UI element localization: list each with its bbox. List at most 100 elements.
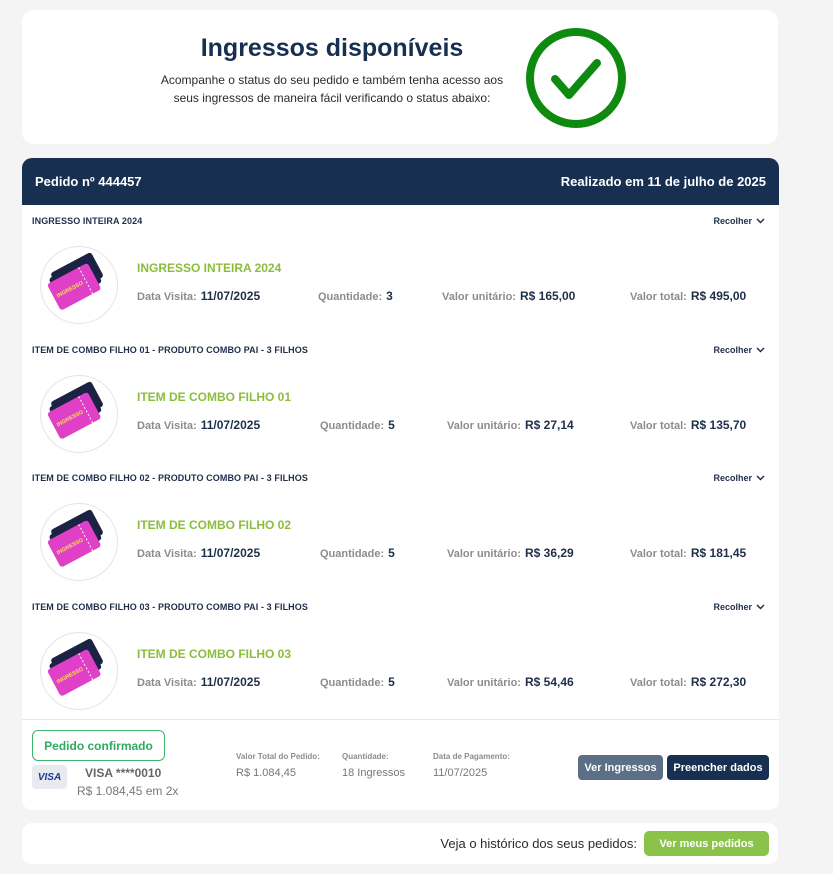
ticket-icon: INGRESSO <box>47 509 103 567</box>
chevron-down-icon <box>756 475 765 481</box>
total-label: Valor total: <box>630 420 687 432</box>
order-total-value: R$ 1.084,45 <box>236 767 296 779</box>
ticket-thumbnail: INGRESSO <box>40 246 118 324</box>
quantity-field: Quantidade: 3 <box>318 287 393 305</box>
order-confirmed-badge: Pedido confirmado <box>32 730 165 761</box>
unit-price-field: Valor unitário: R$ 165,00 <box>442 287 575 305</box>
order-quantity-value: 18 Ingressos <box>342 767 405 779</box>
quantity-value: 5 <box>388 418 395 432</box>
visit-date-label: Data Visita: <box>137 677 197 689</box>
collapse-label: Recolher <box>713 473 752 483</box>
payment-date-value: 11/07/2025 <box>433 767 488 779</box>
visit-date-value: 11/07/2025 <box>200 289 261 303</box>
quantity-label: Quantidade: <box>320 548 385 560</box>
collapse-toggle[interactable]: Recolher <box>713 216 765 226</box>
chevron-down-icon <box>756 347 765 353</box>
order-card: Pedido nº 444457 Realizado em 11 de julh… <box>22 158 779 810</box>
order-quantity-label: Quantidade: <box>342 752 389 761</box>
quantity-field: Quantidade: 5 <box>320 544 395 562</box>
unit-price-label: Valor unitário: <box>447 420 521 432</box>
status-subtitle-line-1: Acompanhe o status do seu pedido e també… <box>160 73 504 87</box>
chevron-down-icon <box>756 218 765 224</box>
quantity-value: 3 <box>386 289 393 303</box>
visit-date-label: Data Visita: <box>137 548 197 560</box>
total-value: R$ 181,45 <box>690 546 747 560</box>
quantity-field: Quantidade: 5 <box>320 416 395 434</box>
collapse-label: Recolher <box>713 216 752 226</box>
visit-date-label: Data Visita: <box>137 420 197 432</box>
status-title: Ingressos disponíveis <box>200 34 464 62</box>
order-item: ITEM DE COMBO FILHO 02 - PRODUTO COMBO P… <box>22 462 779 591</box>
ticket-thumbnail: INGRESSO <box>40 375 118 453</box>
item-name: ITEM DE COMBO FILHO 01 <box>137 390 292 404</box>
quantity-value: 5 <box>388 675 395 689</box>
visit-date-field: Data Visita: 11/07/2025 <box>137 673 260 691</box>
unit-price-field: Valor unitário: R$ 27,14 <box>447 416 574 434</box>
quantity-label: Quantidade: <box>320 677 385 689</box>
view-tickets-button[interactable]: Ver Ingressos <box>578 755 663 780</box>
collapse-toggle[interactable]: Recolher <box>713 602 765 612</box>
order-item: ITEM DE COMBO FILHO 01 - PRODUTO COMBO P… <box>22 334 779 463</box>
item-name: ITEM DE COMBO FILHO 02 <box>137 518 292 532</box>
visit-date-field: Data Visita: 11/07/2025 <box>137 416 260 434</box>
status-card: Ingressos disponíveis Acompanhe o status… <box>22 10 778 144</box>
collapse-toggle[interactable]: Recolher <box>713 345 765 355</box>
item-fields: Data Visita: 11/07/2025 Quantidade: 3 Valo… <box>137 287 767 305</box>
order-header: Pedido nº 444457 Realizado em 11 de julh… <box>22 158 779 205</box>
ticket-icon: INGRESSO <box>47 252 103 310</box>
item-group-title: INGRESSO INTEIRA 2024 <box>32 216 143 226</box>
status-subtitle-line-2: seus ingressos de maneira fácil verifica… <box>173 91 491 105</box>
order-number: Pedido nº 444457 <box>35 174 142 189</box>
installments: R$ 1.084,45 em 2x <box>77 784 179 798</box>
ticket-thumbnail: INGRESSO <box>40 632 118 710</box>
order-total-summary: Valor Total do Pedido: R$ 1.084,45 <box>236 752 320 779</box>
order-item: ITEM DE COMBO FILHO 03 - PRODUTO COMBO P… <box>22 591 779 720</box>
view-orders-button[interactable]: Ver meus pedidos <box>644 831 769 856</box>
visit-date-label: Data Visita: <box>137 291 197 303</box>
unit-price-value: R$ 36,29 <box>524 546 574 560</box>
order-total-label: Valor Total do Pedido: <box>236 752 320 761</box>
quantity-label: Quantidade: <box>318 291 383 303</box>
collapse-toggle[interactable]: Recolher <box>713 473 765 483</box>
unit-price-value: R$ 54,46 <box>524 675 574 689</box>
total-value: R$ 272,30 <box>690 675 747 689</box>
unit-price-field: Valor unitário: R$ 54,46 <box>447 673 574 691</box>
total-field: Valor total: R$ 495,00 <box>630 287 746 305</box>
collapse-label: Recolher <box>713 345 752 355</box>
visa-card-icon: VISA <box>32 765 67 789</box>
payment-date-summary: Data de Pagamento: 11/07/2025 <box>433 752 510 779</box>
visit-date-value: 11/07/2025 <box>200 418 261 432</box>
status-subtitle: Acompanhe o status do seu pedido e també… <box>152 71 512 107</box>
unit-price-label: Valor unitário: <box>447 677 521 689</box>
item-group-title: ITEM DE COMBO FILHO 03 - PRODUTO COMBO P… <box>32 602 308 612</box>
total-value: R$ 135,70 <box>690 418 747 432</box>
unit-price-label: Valor unitário: <box>447 548 521 560</box>
total-field: Valor total: R$ 181,45 <box>630 544 746 562</box>
quantity-field: Quantidade: 5 <box>320 673 395 691</box>
item-name: INGRESSO INTEIRA 2024 <box>137 261 282 275</box>
chevron-down-icon <box>756 604 765 610</box>
item-fields: Data Visita: 11/07/2025 Quantidade: 5 Valo… <box>137 673 767 691</box>
total-label: Valor total: <box>630 677 687 689</box>
total-label: Valor total: <box>630 291 687 303</box>
item-fields: Data Visita: 11/07/2025 Quantidade: 5 Valo… <box>137 544 767 562</box>
ticket-icon: INGRESSO <box>47 381 103 439</box>
total-value: R$ 495,00 <box>690 289 747 303</box>
unit-price-value: R$ 27,14 <box>524 418 574 432</box>
order-item: INGRESSO INTEIRA 2024 Recolher INGRESSO … <box>22 205 779 334</box>
card-number: VISA ****0010 <box>85 766 162 780</box>
item-group-title: ITEM DE COMBO FILHO 02 - PRODUTO COMBO P… <box>32 473 308 483</box>
quantity-value: 5 <box>388 546 395 560</box>
visit-date-field: Data Visita: 11/07/2025 <box>137 544 260 562</box>
unit-price-label: Valor unitário: <box>442 291 516 303</box>
fill-data-button[interactable]: Preencher dados <box>667 755 769 780</box>
item-fields: Data Visita: 11/07/2025 Quantidade: 5 Valo… <box>137 416 767 434</box>
order-date: Realizado em 11 de julho de 2025 <box>560 174 766 189</box>
collapse-label: Recolher <box>713 602 752 612</box>
payment-date-label: Data de Pagamento: <box>433 752 510 761</box>
total-field: Valor total: R$ 272,30 <box>630 673 746 691</box>
unit-price-field: Valor unitário: R$ 36,29 <box>447 544 574 562</box>
item-group-title: ITEM DE COMBO FILHO 01 - PRODUTO COMBO P… <box>32 345 308 355</box>
visit-date-field: Data Visita: 11/07/2025 <box>137 287 260 305</box>
unit-price-value: R$ 165,00 <box>519 289 576 303</box>
